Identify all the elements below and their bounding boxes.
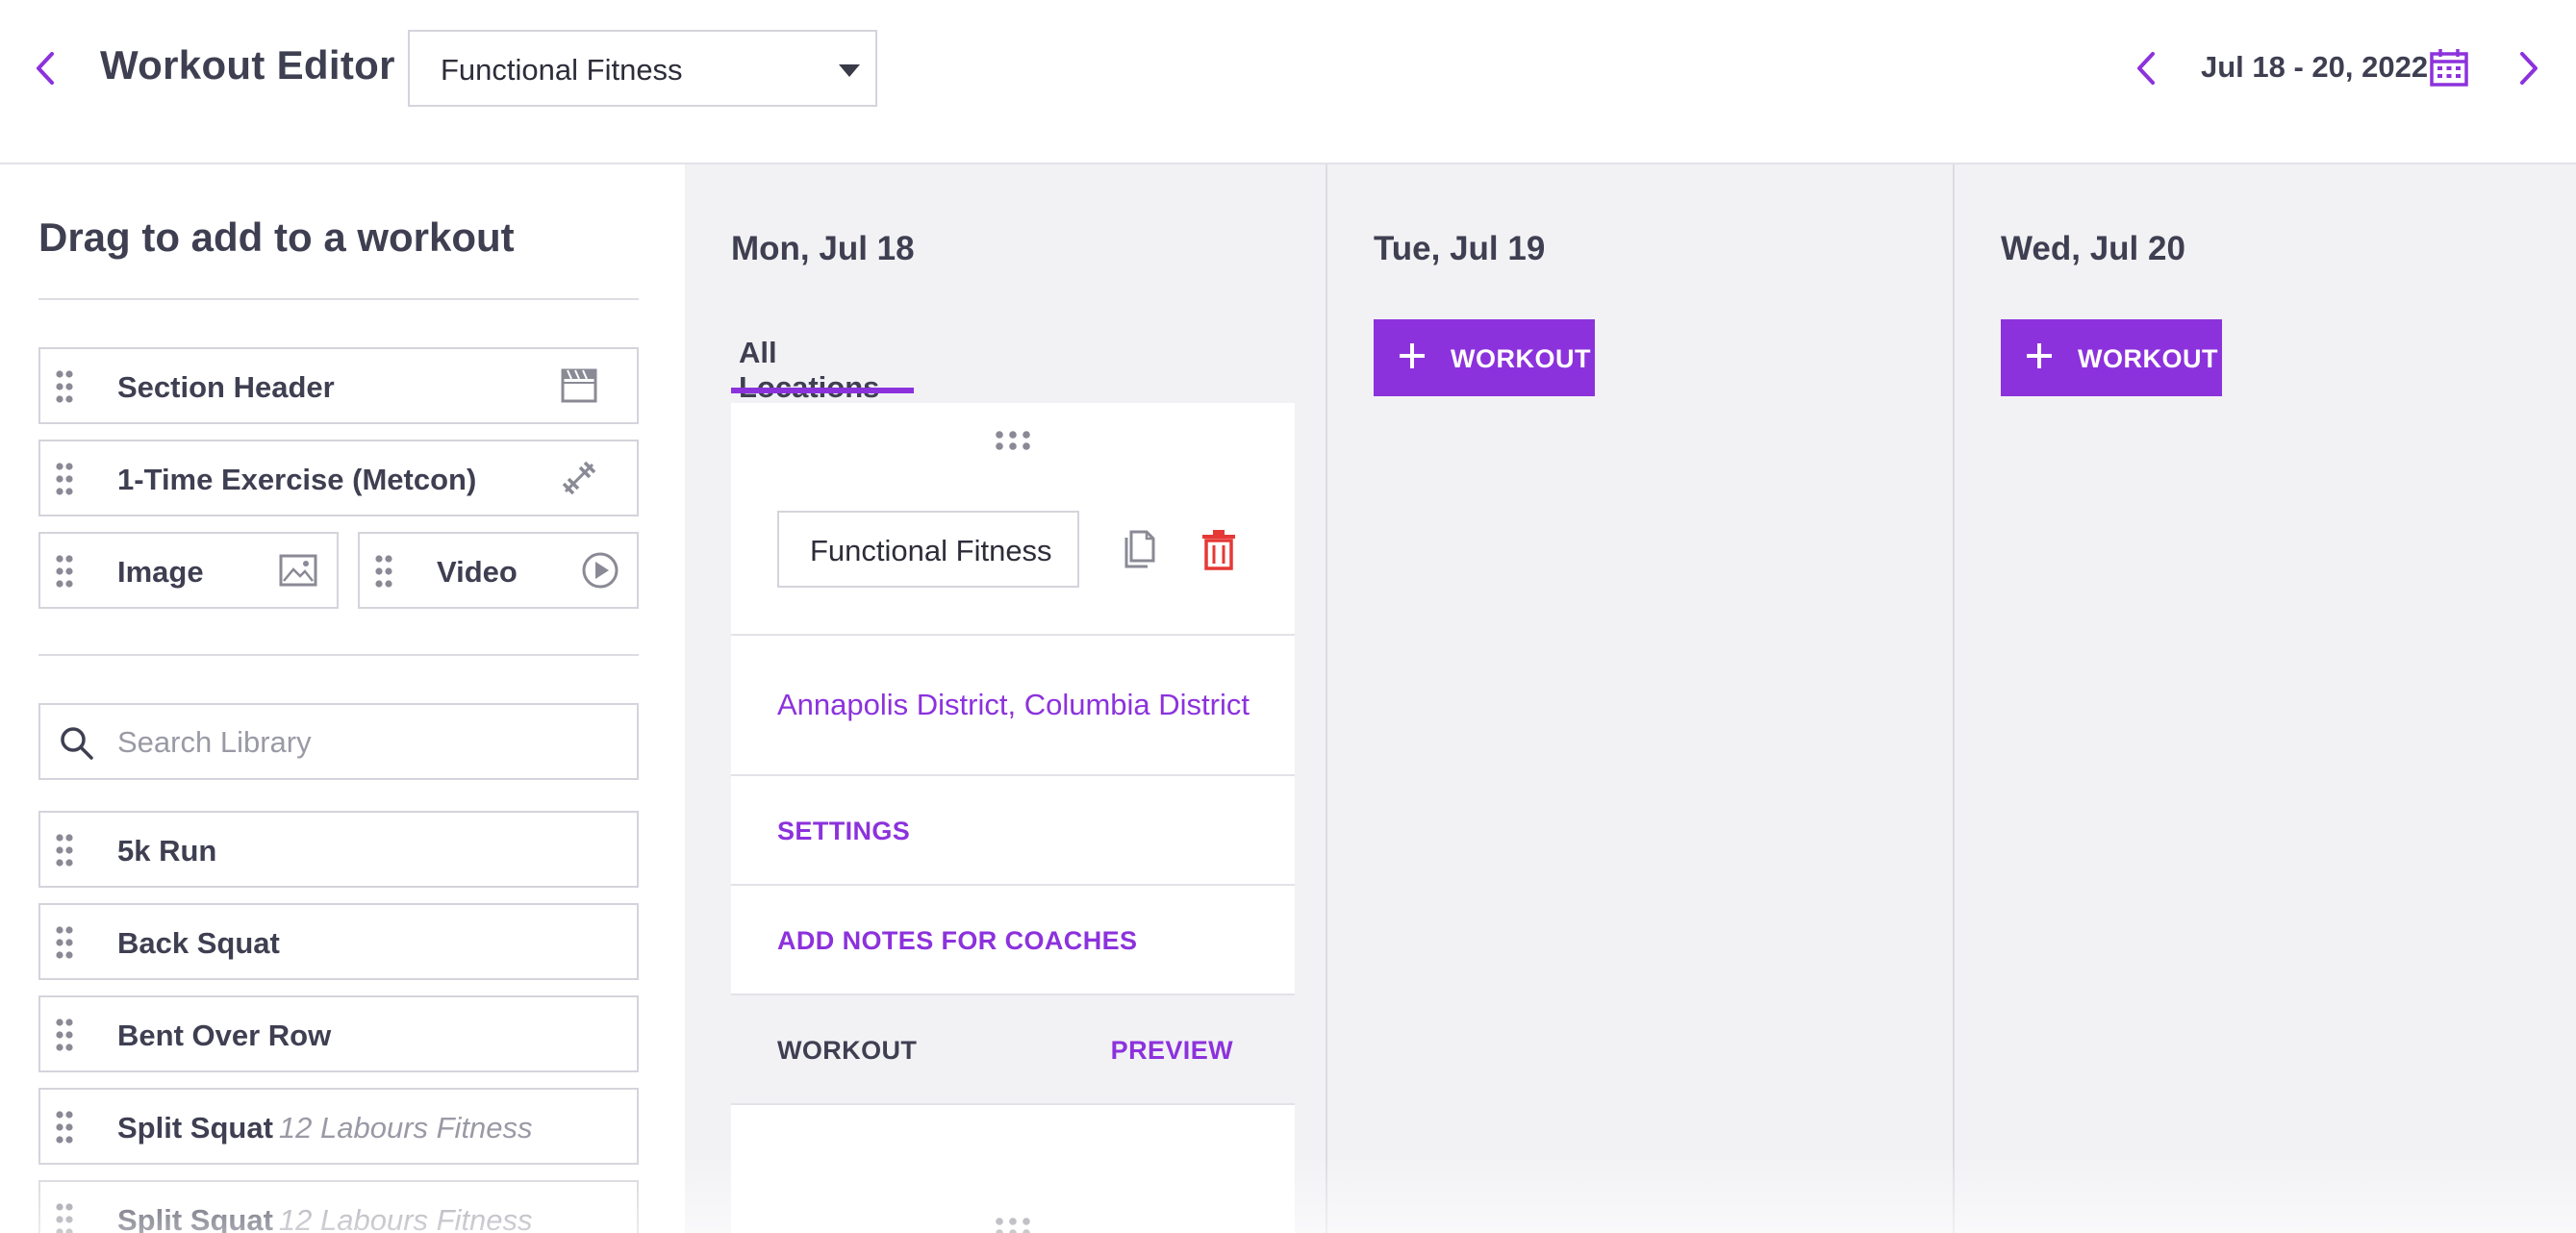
library-item[interactable]: Bent Over Row xyxy=(38,995,639,1072)
locations-link[interactable]: Annapolis District, Columbia District xyxy=(777,688,1250,722)
day-heading: Wed, Jul 20 xyxy=(2001,230,2185,267)
library-item-source: 12 Labours Fitness xyxy=(278,1111,533,1145)
block-label: Image xyxy=(117,555,204,589)
workout-section-label: WORKOUT xyxy=(777,1036,918,1065)
preview-link[interactable]: PREVIEW xyxy=(1111,1036,1233,1066)
drag-handle-icon[interactable] xyxy=(995,430,1031,451)
chevron-down-icon xyxy=(839,64,860,77)
search-icon xyxy=(61,727,93,760)
search-library-field[interactable] xyxy=(38,703,639,780)
settings-link[interactable]: SETTINGS xyxy=(777,817,910,846)
drag-handle-icon[interactable] xyxy=(56,834,73,867)
add-notes-link[interactable]: ADD NOTES FOR COACHES xyxy=(777,926,1137,956)
image-icon xyxy=(279,554,317,587)
library-item[interactable]: Split Squat 12 Labours Fitness xyxy=(38,1088,639,1165)
program-select[interactable]: Functional Fitness xyxy=(408,30,877,107)
next-week-chevron-icon[interactable] xyxy=(2509,46,2547,90)
drag-handle-icon[interactable] xyxy=(995,1217,1031,1233)
drag-handle-icon[interactable] xyxy=(56,370,73,403)
workout-section-header: WORKOUT PREVIEW xyxy=(731,994,1295,1103)
dumbbell-icon xyxy=(562,461,596,495)
add-workout-button[interactable]: WORKOUT xyxy=(1374,319,1595,396)
drag-handle-icon[interactable] xyxy=(56,1111,73,1144)
add-workout-label: WORKOUT xyxy=(2078,344,2218,373)
sidebar: Drag to add to a workout Section Header … xyxy=(0,164,685,1233)
drag-handle-icon[interactable] xyxy=(56,1203,73,1233)
calendar-icon[interactable] xyxy=(2428,46,2470,88)
drag-handle-icon[interactable] xyxy=(56,926,73,959)
plus-icon xyxy=(1400,343,1425,368)
library-item-label: Split Squat 12 Labours Fitness xyxy=(117,1203,533,1233)
tab-label: All Locations xyxy=(739,336,879,404)
plus-icon xyxy=(2027,343,2052,368)
copy-icon[interactable] xyxy=(1122,528,1158,570)
notes-row: ADD NOTES FOR COACHES xyxy=(731,884,1295,994)
block-section-header[interactable]: Section Header xyxy=(38,347,639,424)
day-column-wed: Wed, Jul 20 WORKOUT xyxy=(1955,164,2576,1233)
top-bar: Workout Editor Functional Fitness Jul 18… xyxy=(0,0,2576,164)
add-workout-label: WORKOUT xyxy=(1451,344,1591,373)
block-video[interactable]: Video xyxy=(358,532,639,609)
page-title: Workout Editor xyxy=(100,42,395,88)
add-workout-button[interactable]: WORKOUT xyxy=(2001,319,2222,396)
library-item-source: 12 Labours Fitness xyxy=(278,1203,533,1233)
divider xyxy=(38,654,639,656)
settings-row: SETTINGS xyxy=(731,774,1295,884)
locations-row: Annapolis District, Columbia District xyxy=(731,634,1295,774)
library-item[interactable]: Back Squat xyxy=(38,903,639,980)
library-item-label: 5k Run xyxy=(117,834,217,868)
search-input[interactable] xyxy=(117,722,618,763)
section-header-icon xyxy=(561,368,597,403)
drag-handle-icon[interactable] xyxy=(56,463,73,495)
day-heading: Tue, Jul 19 xyxy=(1374,230,1546,267)
play-circle-icon xyxy=(582,552,619,589)
block-label: 1-Time Exercise (Metcon) xyxy=(117,463,477,496)
day-column-tue: Tue, Jul 19 WORKOUT xyxy=(1327,164,1953,1233)
sidebar-title: Drag to add to a workout xyxy=(38,214,515,260)
drag-handle-icon[interactable] xyxy=(56,1019,73,1051)
drag-handle-icon[interactable] xyxy=(375,555,392,588)
day-heading: Mon, Jul 18 xyxy=(731,230,915,267)
block-image[interactable]: Image xyxy=(38,532,339,609)
week-calendar: Mon, Jul 18 All Locations Functional Fit… xyxy=(685,164,2576,1233)
drag-handle-icon[interactable] xyxy=(56,555,73,588)
block-label: Section Header xyxy=(117,370,335,404)
workout-body xyxy=(731,1103,1295,1233)
library-item-label: Bent Over Row xyxy=(117,1019,332,1052)
workout-card: Functional Fitness Annapolis District, C… xyxy=(731,403,1295,1233)
divider xyxy=(38,298,639,300)
day-column-mon: Mon, Jul 18 All Locations Functional Fit… xyxy=(685,164,1326,1233)
date-range-label: Jul 18 - 20, 2022 xyxy=(2201,50,2429,84)
back-arrow-icon[interactable] xyxy=(27,46,65,90)
library-item-label: Back Squat xyxy=(117,926,280,960)
library-item[interactable]: 5k Run xyxy=(38,811,639,888)
workout-name-field[interactable]: Functional Fitness xyxy=(777,511,1079,588)
library-item[interactable]: Split Squat 12 Labours Fitness xyxy=(38,1180,639,1233)
previous-week-chevron-icon[interactable] xyxy=(2128,46,2166,90)
trash-icon[interactable] xyxy=(1200,528,1237,570)
block-one-time-exercise[interactable]: 1-Time Exercise (Metcon) xyxy=(38,440,639,516)
block-label: Video xyxy=(437,555,518,589)
program-select-value: Functional Fitness xyxy=(441,53,683,87)
tab-all-locations[interactable]: All Locations xyxy=(731,328,914,404)
workout-name-value: Functional Fitness xyxy=(810,534,1052,567)
library-item-label: Split Squat 12 Labours Fitness xyxy=(117,1111,533,1145)
active-tab-indicator xyxy=(731,388,914,393)
